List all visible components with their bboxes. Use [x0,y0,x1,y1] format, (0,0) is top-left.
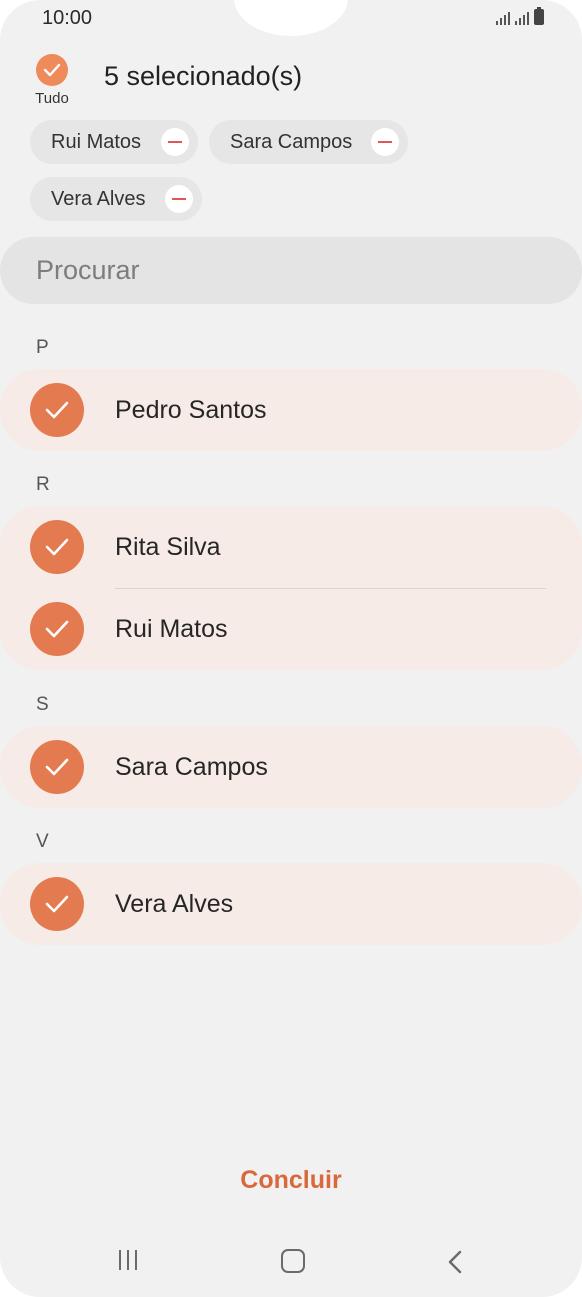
check-icon [30,877,84,931]
select-all-label: Tudo [35,90,69,107]
signal-icon [496,11,510,25]
contact-card: Rita Silva Rui Matos [0,506,582,670]
contact-picker-screen: 10:00 Tudo 5 selecionado(s) Rui Matos Sa… [0,0,582,1297]
check-icon [30,740,84,794]
chip-label: Sara Campos [230,130,353,153]
contact-name: Vera Alves [115,890,234,918]
contact-name: Rita Silva [115,533,221,561]
check-icon [36,54,68,86]
search-input[interactable]: Procurar [0,237,582,304]
check-icon [30,383,84,437]
status-icons [496,7,544,25]
contact-row[interactable]: Vera Alves [0,863,582,945]
section-letter: S [36,694,49,715]
recents-icon[interactable] [119,1250,137,1270]
back-icon[interactable] [447,1250,463,1279]
contact-name: Rui Matos [115,615,228,643]
selected-chip: Vera Alves [30,177,202,221]
contact-card: Pedro Santos [0,369,582,451]
contact-name: Pedro Santos [115,396,267,424]
section-letter: P [36,337,49,358]
section-letter: R [36,474,50,495]
chip-label: Vera Alves [51,187,146,210]
contact-card: Sara Campos [0,726,582,808]
done-button[interactable]: Concluir [0,1166,582,1195]
status-time: 10:00 [42,7,93,29]
contact-card: Vera Alves [0,863,582,945]
select-all-toggle[interactable]: Tudo [32,54,72,107]
contact-row[interactable]: Rui Matos [0,588,582,670]
check-icon [30,520,84,574]
check-icon [30,602,84,656]
contact-name: Sara Campos [115,753,268,781]
contact-row[interactable]: Pedro Santos [0,369,582,451]
chip-label: Rui Matos [51,130,142,153]
signal-icon [515,11,529,25]
selected-chip: Sara Campos [209,120,408,164]
minus-icon[interactable] [165,185,193,213]
contact-row[interactable]: Rita Silva [0,506,582,588]
battery-icon [534,7,544,25]
contact-row[interactable]: Sara Campos [0,726,582,808]
selected-chip: Rui Matos [30,120,198,164]
section-letter: V [36,831,49,852]
selected-count: 5 selecionado(s) [104,61,303,91]
camera-notch [234,0,348,36]
minus-icon[interactable] [161,128,189,156]
minus-icon[interactable] [371,128,399,156]
home-icon[interactable] [281,1249,305,1273]
